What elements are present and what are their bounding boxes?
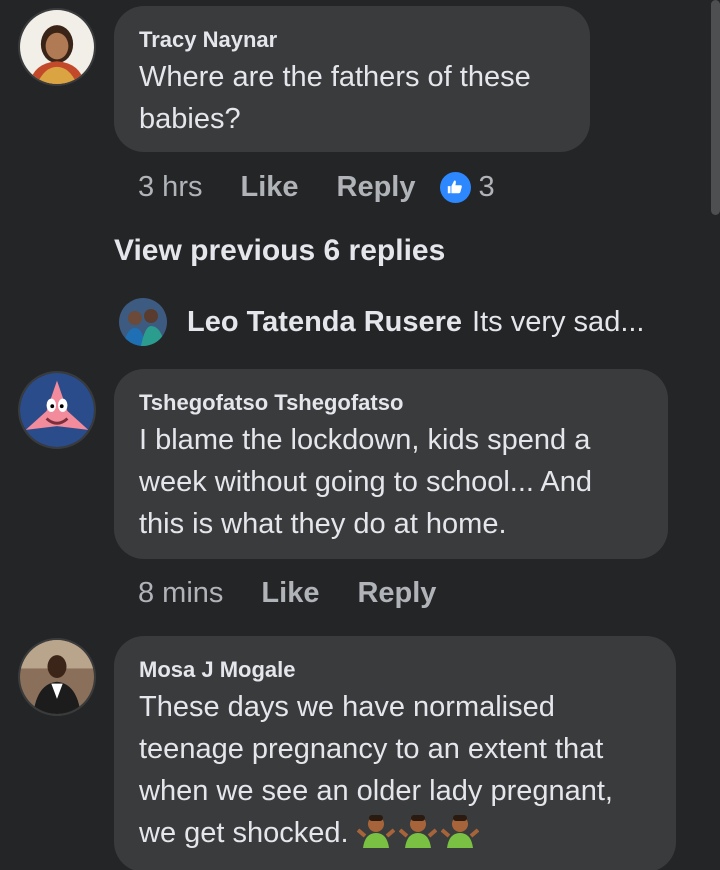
avatar[interactable]: [18, 638, 96, 716]
reply-button[interactable]: Reply: [337, 171, 416, 204]
avatar[interactable]: [119, 298, 167, 346]
comment-time[interactable]: 3 hrs: [138, 171, 202, 204]
comment-author[interactable]: Tracy Naynar: [139, 26, 566, 54]
comment-bubble: Tracy Naynar Where are the fathers of th…: [114, 6, 590, 152]
group-photo-avatar: [119, 298, 167, 346]
comment-text: Where are the fathers of these babies?: [139, 61, 531, 135]
comment-time[interactable]: 8 mins: [138, 577, 223, 610]
man-in-vest-avatar: [20, 640, 94, 714]
man-shrugging-emoji: [440, 815, 479, 848]
thumbs-up-icon[interactable]: [439, 171, 471, 203]
comment-author[interactable]: Mosa J Mogale: [139, 656, 652, 684]
reply-author[interactable]: Leo Tatenda Rusere: [187, 306, 462, 339]
emoji-group: [356, 812, 479, 848]
comment-author[interactable]: Tshegofatso Tshegofatso: [139, 389, 644, 417]
reply-button[interactable]: Reply: [357, 577, 436, 610]
man-shrugging-emoji: [398, 815, 437, 848]
like-button[interactable]: Like: [240, 171, 298, 204]
like-count: 3: [478, 170, 495, 203]
comment-text: I blame the lockdown, kids spend a week …: [139, 424, 593, 540]
comment-actions: 3 hrs Like Reply 3: [138, 167, 495, 207]
like-button[interactable]: Like: [261, 577, 319, 610]
comment-bubble: Tshegofatso Tshegofatso I blame the lock…: [114, 369, 668, 559]
view-previous-replies-link[interactable]: View previous 6 replies: [114, 234, 445, 268]
reply-preview[interactable]: Leo Tatenda Rusere Its very sad...: [119, 298, 645, 346]
avatar[interactable]: [18, 8, 96, 86]
scrollbar[interactable]: [711, 0, 720, 215]
comment-bubble: Mosa J Mogale These days we have normali…: [114, 636, 676, 870]
man-shrugging-emoji: [356, 815, 395, 848]
comment-actions: 8 mins Like Reply: [138, 573, 474, 613]
patrick-star-avatar: [20, 373, 94, 447]
reply-text: Its very sad...: [472, 305, 645, 338]
woman-portrait-avatar: [20, 10, 94, 84]
comments-thread: Tracy Naynar Where are the fathers of th…: [0, 0, 720, 870]
comment-text: These days we have normalised teenage pr…: [139, 686, 652, 854]
avatar[interactable]: [18, 371, 96, 449]
